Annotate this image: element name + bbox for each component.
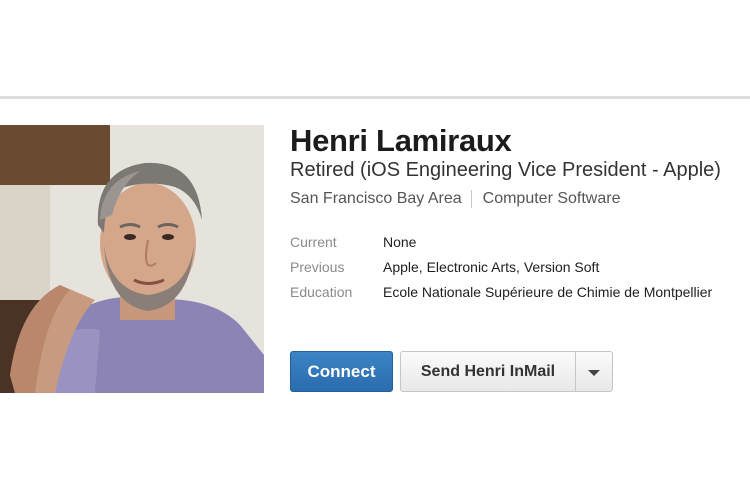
detail-label: Education [290,283,353,300]
profile-actions: Connect Send Henri InMail [290,351,613,392]
profile-card: Henri Lamiraux Retired (iOS Engineering … [0,99,750,400]
profile-location[interactable]: San Francisco Bay Area [290,190,462,208]
detail-value[interactable]: Apple, Electronic Arts, Version Soft [383,259,599,275]
profile-name: Henri Lamiraux [290,123,512,158]
detail-row-education: Education Ecole Nationale Supérieure de … [290,279,712,304]
inmail-button-group: Send Henri InMail [400,351,613,392]
profile-industry[interactable]: Computer Software [483,190,621,208]
profile-photo [0,125,264,393]
detail-value: None [383,233,417,250]
profile-headline: Retired (iOS Engineering Vice President … [290,159,721,181]
connect-button[interactable]: Connect [290,351,393,392]
detail-label: Current [290,233,337,250]
more-actions-dropdown[interactable] [575,352,612,391]
send-inmail-button[interactable]: Send Henri InMail [401,352,575,391]
profile-page: Henri Lamiraux Retired (iOS Engineering … [0,0,750,500]
profile-details: Current None Previous Apple, Electronic … [290,229,712,304]
profile-meta: San Francisco Bay Area Computer Software [290,190,620,208]
detail-label: Previous [290,258,345,275]
meta-separator [470,190,472,208]
detail-row-previous: Previous Apple, Electronic Arts, Version… [290,254,712,279]
detail-row-current: Current None [290,229,712,254]
chevron-down-icon [588,370,600,376]
detail-value[interactable]: Ecole Nationale Supérieure de Chimie de … [383,284,712,300]
